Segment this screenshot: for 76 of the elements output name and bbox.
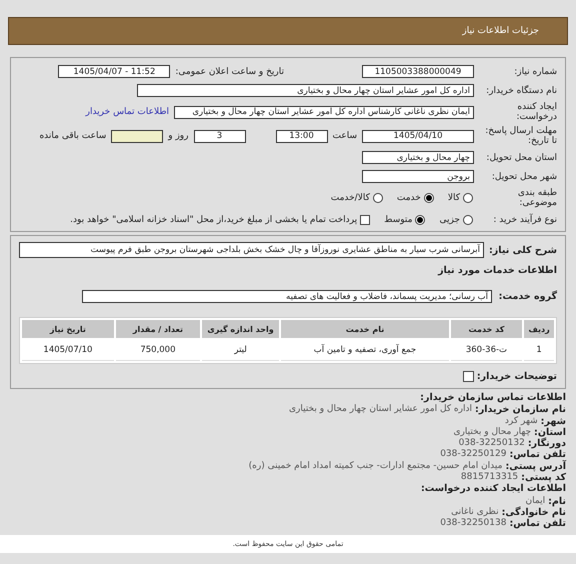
contact-value: چهار محال و بختیاری xyxy=(454,426,532,438)
contact-value: 8815713315 xyxy=(460,472,518,484)
field-label: ساعت xyxy=(332,131,357,141)
contact-value: اداره کل امور عشایر استان چهار محال و بختیاری xyxy=(288,404,472,416)
contact-label: تلفن تماس: xyxy=(509,518,566,530)
radio-label: متوسط xyxy=(384,214,412,224)
column-header: تاریخ نیاز xyxy=(22,320,114,338)
deadline-time-field: 13:00 xyxy=(276,130,328,142)
checkbox-label: پرداخت تمام یا بخشی از مبلغ خرید،از محل "اسناد خزانه اسلامی" خواهد بود. xyxy=(70,214,358,224)
field-label: مهلت ارسال پاسخ: تا تاریخ: xyxy=(484,126,557,146)
buyer-field: اداره کل امور عشایر استان چهار محال و بختیاری xyxy=(137,84,474,97)
days-field: 3 xyxy=(194,130,246,142)
contact-value: شهر کرد xyxy=(504,416,538,427)
field-label: نام دستگاه خریدار: xyxy=(485,86,557,96)
contact-value: میدان امام حسین- مجتمع ادارات- جنب کمیته امداد امام خمینی (ره) xyxy=(248,460,502,472)
contact-label: نام: xyxy=(548,496,566,507)
table-cell: لیتر xyxy=(202,340,280,361)
contact-label: شهر: xyxy=(540,416,566,427)
contact-label: نام سازمان خریدار: xyxy=(475,404,566,416)
page-title-bar: جزئیات اطلاعات نیاز xyxy=(8,17,568,45)
section-heading: اطلاعات ایجاد کننده درخواست: xyxy=(420,483,566,494)
field-label: شهر محل تحویل: xyxy=(490,172,557,182)
radio-button[interactable] xyxy=(463,193,473,203)
buyer-contact-link[interactable]: اطلاعات تماس خریدار xyxy=(86,107,169,117)
table-cell: ت-36-360 xyxy=(450,340,522,361)
field-label: توضیحات خریدار: xyxy=(476,371,557,382)
deadline-date-field: 1405/04/10 xyxy=(362,130,474,142)
table-cell: جمع آوری، تصفیه و تامین آب xyxy=(281,340,449,361)
table-cell: 1405/07/10 xyxy=(22,340,114,361)
field-label: طبقه بندی موضوعی: xyxy=(516,188,557,208)
contact-value: 038-32250129 xyxy=(440,449,506,461)
checkbox[interactable] xyxy=(462,371,474,382)
contact-label: نام خانوادگی: xyxy=(502,506,566,518)
column-header: واحد اندازه گیری xyxy=(202,320,280,338)
field-label: تاریخ و ساعت اعلان عمومی: xyxy=(175,66,284,76)
radio-label: خدمت xyxy=(396,193,421,203)
contact-value: نظری ناغانی xyxy=(451,506,499,518)
column-header: کد خدمت xyxy=(450,320,522,338)
contact-value: 038-32250132 xyxy=(458,438,525,449)
summary-field: آبرسانی شرب سیار به مناطق عشایری نوروزآقا و چال خشک بخش بلداجی شهرستان بروجن طبق فرم پیوست xyxy=(18,242,484,258)
contact-value: 038-32250138 xyxy=(440,518,506,530)
contact-label: تلفن تماس: xyxy=(509,449,566,460)
radio-label: جزیی xyxy=(439,214,460,224)
city-field: بروجن xyxy=(362,170,474,183)
section-heading: اطلاعات خدمات مورد نیاز xyxy=(438,265,557,276)
announce-date-field: 1405/04/07 - 11:52 xyxy=(58,65,170,78)
radio-button[interactable] xyxy=(415,214,426,224)
column-header: نام خدمت xyxy=(281,320,449,338)
contact-label: استان: xyxy=(534,426,566,438)
field-label: استان محل تحویل: xyxy=(485,152,557,162)
contact-label: آدرس پستی: xyxy=(505,460,566,472)
column-header: تعداد / مقدار xyxy=(116,320,200,338)
radio-button[interactable] xyxy=(372,193,383,203)
radio-label: کالا/خدمت xyxy=(330,193,370,203)
field-label: شرح کلی نیاز: xyxy=(488,244,557,256)
radio-button[interactable] xyxy=(424,193,434,203)
need-number-field: 1105003388000049 xyxy=(362,65,474,78)
field-label: نوع فرآیند خرید : xyxy=(492,214,557,224)
radio-button[interactable] xyxy=(463,214,473,224)
contact-label: کد پستی: xyxy=(521,472,566,484)
field-label: ایجاد کننده درخواست: xyxy=(516,102,557,122)
field-label: گروه خدمت: xyxy=(498,291,557,302)
contact-label: دورنگار: xyxy=(528,438,566,450)
table-cell: 750,000 xyxy=(116,340,200,361)
creator-field: ایمان نظری ناغانی کارشناس اداره کل امور عشایر استان چهار محال و بختیاری xyxy=(174,106,474,118)
section-heading: اطلاعات تماس سازمان خریدار: xyxy=(420,392,566,403)
table-cell: 1 xyxy=(524,340,554,361)
radio-label: کالا xyxy=(448,193,460,203)
field-label: ساعت باقی مانده xyxy=(39,131,106,141)
province-field: چهار محال و بختیاری xyxy=(362,151,474,164)
field-label: روز و xyxy=(168,131,188,141)
contact-value: ایمان xyxy=(526,496,546,506)
column-header: ردیف xyxy=(524,320,554,338)
hours-field xyxy=(111,130,164,142)
field-label: شماره نیاز: xyxy=(513,66,557,76)
checkbox[interactable] xyxy=(360,214,370,224)
